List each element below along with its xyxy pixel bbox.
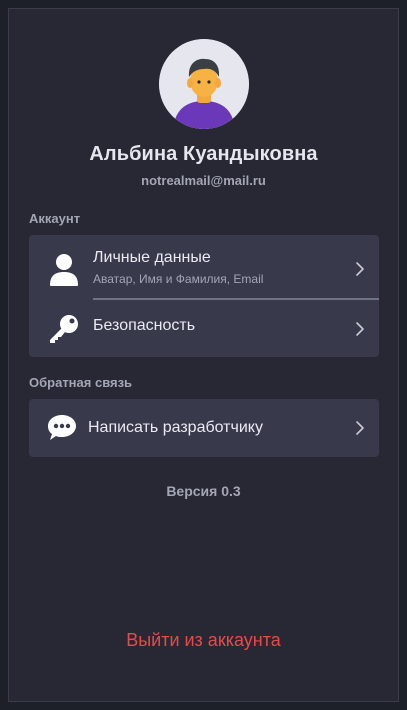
write-developer-row[interactable]: Написать разработчику (29, 399, 379, 457)
feedback-section-title: Обратная связь (29, 375, 133, 390)
personal-data-sublabel: Аватар, Имя и Фамилия, Email (93, 272, 264, 286)
chevron-right-icon (356, 322, 364, 336)
profile-avatar[interactable] (159, 39, 249, 129)
chevron-right-icon (356, 262, 364, 276)
account-section-title: Аккаунт (29, 211, 81, 226)
security-row[interactable]: Безопасность (29, 300, 379, 357)
personal-data-row[interactable]: Личные данные Аватар, Имя и Фамилия, Ema… (29, 235, 379, 298)
key-icon (50, 315, 78, 343)
profile-name: Альбина Куандыковна (89, 143, 318, 165)
security-label: Безопасность (93, 317, 196, 334)
chat-bubble-icon (48, 415, 76, 440)
app-version: Версия 0.3 (166, 483, 241, 499)
settings-screen: Альбина Куандыковна notrealmail@mail.ru … (8, 8, 399, 702)
personal-data-label: Личные данные (93, 249, 211, 266)
profile-email: notrealmail@mail.ru (141, 173, 266, 188)
user-avatar-icon (159, 39, 249, 129)
chevron-right-icon (356, 421, 364, 435)
write-developer-label: Написать разработчику (88, 419, 263, 436)
account-card: Личные данные Аватар, Имя и Фамилия, Ema… (29, 235, 379, 357)
feedback-card: Написать разработчику (29, 399, 379, 457)
person-icon (50, 254, 78, 286)
logout-button[interactable]: Выйти из аккаунта (9, 630, 398, 651)
